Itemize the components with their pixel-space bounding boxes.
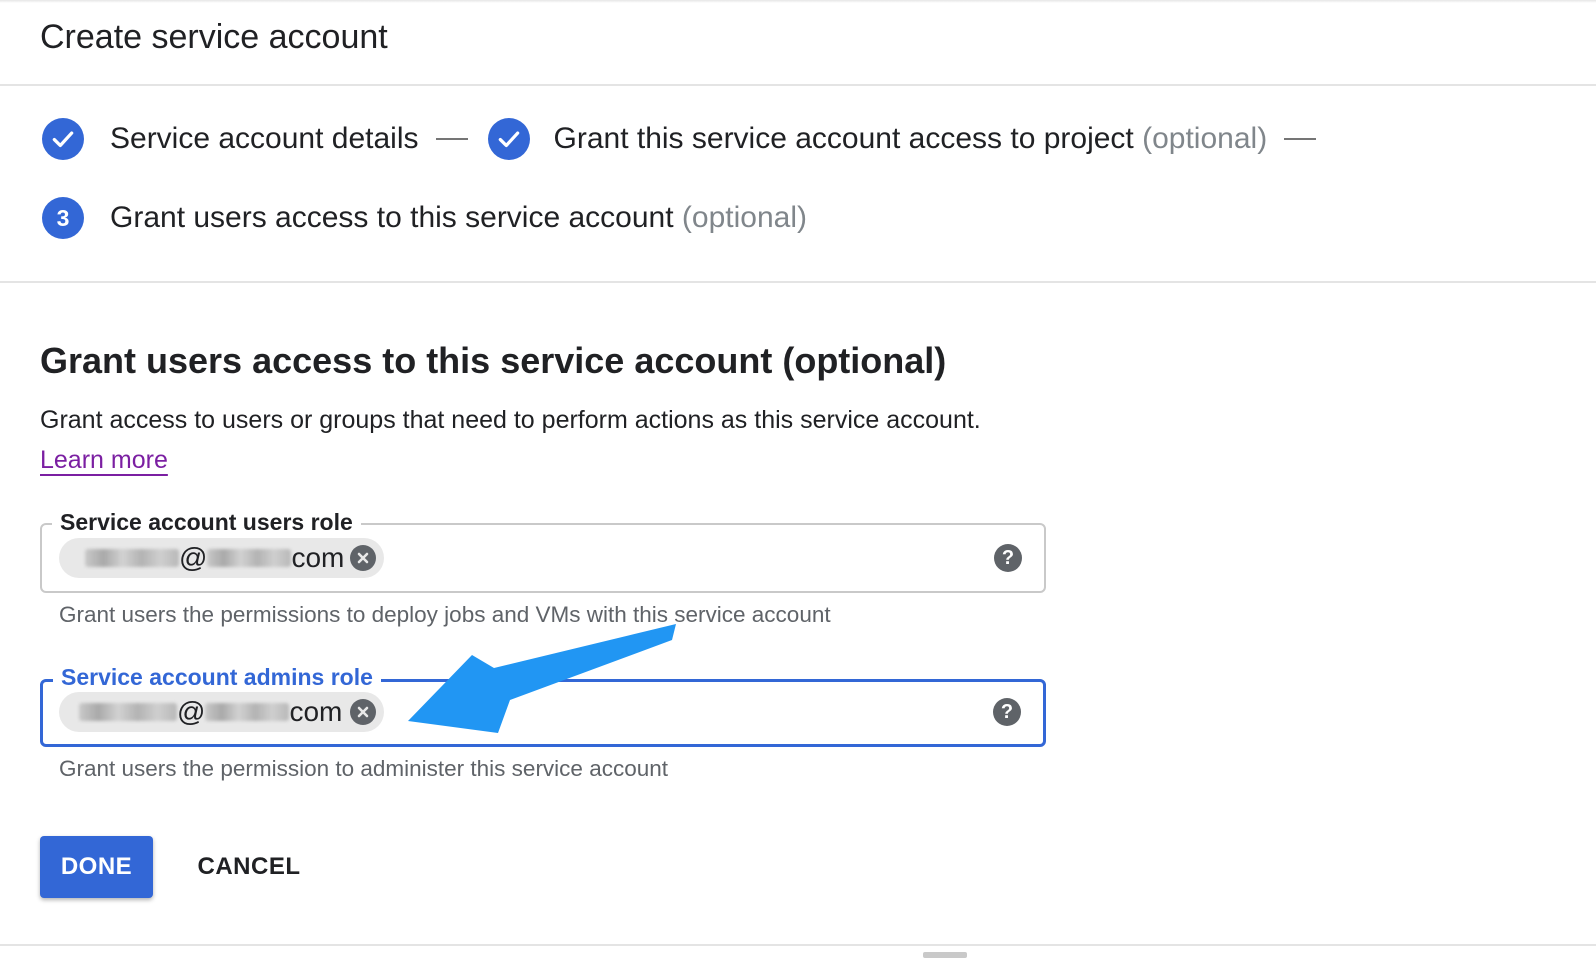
chip-domain-suffix: com: [289, 696, 343, 727]
users-role-chip[interactable]: @ com: [59, 538, 384, 578]
users-role-label: Service account users role: [52, 508, 361, 536]
resize-handle[interactable]: [923, 952, 967, 958]
chip-remove-icon[interactable]: [350, 699, 376, 725]
step-1-check-icon: [42, 118, 84, 160]
done-button[interactable]: DONE: [40, 836, 153, 898]
help-icon[interactable]: ?: [993, 698, 1021, 726]
redacted-username: [79, 703, 177, 721]
cancel-button[interactable]: CANCEL: [182, 836, 316, 898]
redacted-domain: [207, 549, 292, 567]
step-1-label[interactable]: Service account details: [110, 122, 419, 156]
section-heading: Grant users access to this service accou…: [40, 340, 947, 381]
learn-more-link[interactable]: Learn more: [40, 443, 168, 477]
step-3-label-text: Grant users access to this service accou…: [110, 201, 674, 234]
chip-domain-suffix: com: [291, 542, 345, 573]
redacted-domain: [205, 703, 290, 721]
top-shadow: [0, 0, 1596, 3]
header-divider: [0, 84, 1596, 86]
step-3-optional: (optional): [681, 201, 807, 234]
help-icon[interactable]: ?: [994, 544, 1022, 572]
step-2-label[interactable]: Grant this service account access to pro…: [554, 122, 1268, 156]
step-2-optional: (optional): [1142, 122, 1268, 155]
stepper-divider: [0, 281, 1596, 283]
users-role-hint: Grant users the permissions to deploy jo…: [59, 602, 831, 627]
step-2-check-icon: [487, 118, 530, 160]
page-title: Create service account: [40, 18, 388, 56]
step-3-number-badge: 3: [42, 197, 84, 239]
step-2-label-text: Grant this service account access to pro…: [553, 122, 1134, 155]
step-3-label[interactable]: Grant users access to this service accou…: [110, 201, 807, 235]
chip-at-sign: @: [179, 542, 208, 573]
redacted-username: [85, 549, 179, 567]
admins-role-chip[interactable]: @ com: [59, 692, 384, 732]
admins-role-label: Service account admins role: [53, 663, 381, 691]
stepper-row-1: Service account details Grant this servi…: [42, 118, 1333, 160]
admins-role-hint: Grant users the permission to administer…: [59, 756, 669, 781]
chip-at-sign: @: [177, 696, 206, 727]
step-connector: [435, 138, 468, 140]
stepper-row-2: 3 Grant users access to this service acc…: [42, 197, 807, 239]
chip-remove-icon[interactable]: [350, 545, 376, 571]
step-connector: [1284, 138, 1317, 140]
users-role-field[interactable]: Service account users role @ com ?: [40, 508, 1046, 593]
section-description: Grant access to users or groups that nee…: [40, 406, 981, 434]
admins-role-field[interactable]: Service account admins role @ com ?: [40, 663, 1046, 747]
footer-divider: [0, 944, 1596, 946]
